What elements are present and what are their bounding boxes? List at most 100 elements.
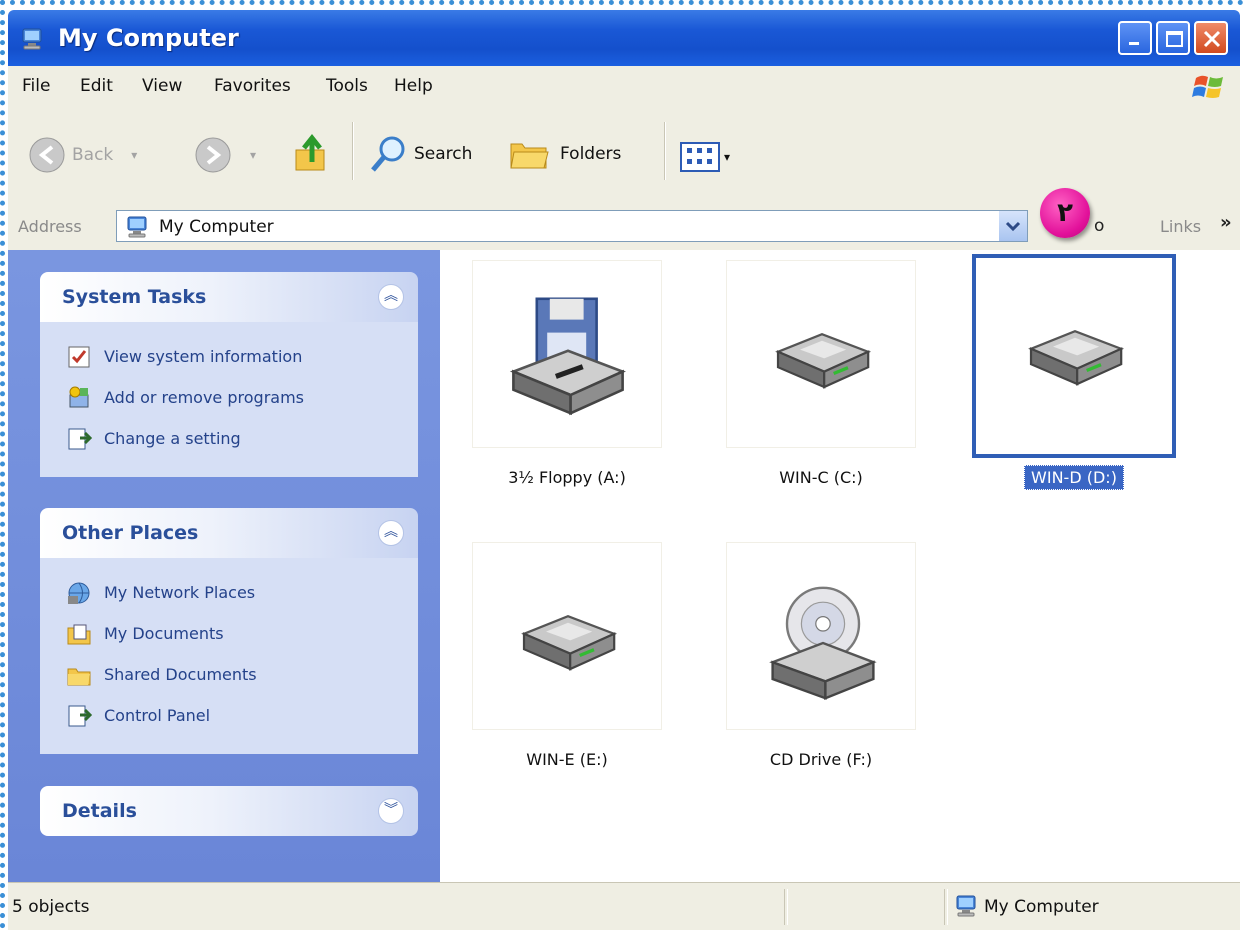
shared-documents-label: Shared Documents	[104, 665, 257, 684]
up-folder-icon	[295, 133, 325, 171]
address-value: My Computer	[159, 217, 274, 237]
back-button[interactable]: Back ▾	[28, 136, 137, 174]
other-places-panel: Other Places ︽ My Network Places My Docu…	[40, 508, 418, 754]
add-remove-programs-icon	[69, 386, 89, 407]
network-places-icon	[68, 582, 90, 604]
menu-help[interactable]: Help	[394, 76, 433, 96]
system-tasks-header[interactable]: System Tasks ︽	[40, 272, 418, 322]
cd-drive-tile[interactable]	[726, 542, 916, 730]
collapse-icon[interactable]: ︽	[378, 520, 404, 546]
window-title: My Computer	[58, 24, 239, 52]
details-panel: Details ︾	[40, 786, 418, 836]
other-places-title: Other Places	[62, 522, 199, 544]
maximize-button[interactable]	[1156, 21, 1190, 55]
drive-e-tile[interactable]	[472, 542, 662, 730]
my-documents-label: My Documents	[104, 624, 224, 643]
view-system-info-link[interactable]: View system information	[40, 336, 418, 377]
floppy-drive-icon	[503, 291, 633, 421]
drive-c-label[interactable]: WIN-C (C:)	[701, 468, 941, 487]
search-icon	[371, 136, 405, 172]
forward-button[interactable]: ▾	[194, 136, 256, 174]
status-divider	[784, 889, 788, 925]
control-panel-label: Control Panel	[104, 706, 211, 725]
folders-label: Folders	[560, 144, 622, 164]
status-bar: 5 objects My Computer	[8, 882, 1240, 930]
step-callout-badge: ۲	[1040, 188, 1090, 238]
folders-icon	[510, 143, 549, 169]
details-title: Details	[62, 800, 137, 822]
cd-drive-icon	[763, 583, 883, 703]
my-network-places-label: My Network Places	[104, 583, 256, 602]
my-computer-icon	[20, 26, 46, 52]
go-button[interactable]: o	[1094, 216, 1104, 236]
view-system-info-label: View system information	[104, 347, 303, 366]
menu-tools[interactable]: Tools	[326, 76, 368, 96]
menu-favorites[interactable]: Favorites	[214, 76, 291, 96]
menu-view[interactable]: View	[142, 76, 182, 96]
drive-d-label[interactable]: WIN-D (D:)	[954, 465, 1194, 490]
search-label: Search	[414, 144, 473, 164]
address-dropdown-button[interactable]	[999, 211, 1027, 241]
forward-dropdown-icon[interactable]: ▾	[250, 148, 256, 162]
folders-button[interactable]: Folders	[508, 134, 621, 174]
drive-e-label[interactable]: WIN-E (E:)	[447, 750, 687, 769]
drive-d-tile[interactable]	[972, 254, 1176, 458]
system-tasks-title: System Tasks	[62, 286, 207, 308]
menu-edit[interactable]: Edit	[80, 76, 113, 96]
system-tasks-panel: System Tasks ︽ View system information A…	[40, 272, 418, 477]
views-button[interactable]: ▾	[680, 142, 730, 172]
back-dropdown-icon[interactable]: ▾	[131, 148, 137, 162]
links-chevron-icon[interactable]: »	[1220, 212, 1232, 233]
my-documents-icon	[67, 624, 91, 644]
floppy-drive-tile[interactable]	[472, 260, 662, 448]
address-input[interactable]: My Computer	[116, 210, 1028, 242]
title-bar[interactable]: My Computer	[8, 10, 1240, 66]
add-remove-programs-link[interactable]: Add or remove programs	[40, 377, 418, 418]
my-computer-icon	[954, 893, 980, 919]
change-setting-link[interactable]: Change a setting	[40, 418, 418, 459]
drive-list: 3½ Floppy (A:) WIN-C (C:) WIN-D (D:) WIN…	[440, 250, 1240, 882]
my-documents-link[interactable]: My Documents	[40, 613, 418, 654]
close-icon	[1203, 30, 1221, 48]
object-count: 5 objects	[12, 897, 90, 917]
menu-bar: File Edit View Favorites Tools Help	[8, 66, 1240, 109]
drive-c-tile[interactable]	[726, 260, 916, 448]
hard-drive-icon	[1020, 318, 1130, 395]
expand-icon[interactable]: ︾	[378, 798, 404, 824]
views-dropdown-icon: ▾	[724, 150, 731, 164]
task-pane: System Tasks ︽ View system information A…	[8, 250, 440, 882]
control-panel-link[interactable]: Control Panel	[40, 695, 418, 736]
menu-file[interactable]: File	[22, 76, 50, 96]
system-info-icon	[68, 346, 90, 367]
control-panel-icon	[68, 428, 92, 449]
change-setting-label: Change a setting	[104, 429, 241, 448]
address-label: Address	[18, 217, 82, 236]
my-network-places-link[interactable]: My Network Places	[40, 572, 418, 613]
chevron-down-icon	[1005, 221, 1021, 232]
add-remove-programs-label: Add or remove programs	[104, 388, 304, 407]
back-label: Back	[72, 145, 114, 165]
back-arrow-icon	[29, 137, 65, 173]
up-folder-button[interactable]	[290, 132, 334, 176]
status-divider	[944, 889, 948, 925]
hard-drive-icon	[513, 603, 623, 680]
maximize-icon	[1166, 31, 1183, 47]
control-panel-icon	[68, 705, 92, 726]
forward-arrow-icon	[195, 137, 231, 173]
details-header[interactable]: Details ︾	[40, 786, 418, 836]
links-label[interactable]: Links	[1160, 217, 1201, 236]
floppy-drive-label[interactable]: 3½ Floppy (A:)	[447, 468, 687, 487]
cd-drive-label[interactable]: CD Drive (F:)	[701, 750, 941, 769]
shared-folder-icon	[67, 668, 91, 685]
other-places-header[interactable]: Other Places ︽	[40, 508, 418, 558]
my-computer-icon	[125, 214, 151, 240]
minimize-button[interactable]	[1118, 21, 1152, 55]
windows-logo-icon	[1192, 75, 1223, 98]
status-location: My Computer	[984, 897, 1099, 917]
shared-documents-link[interactable]: Shared Documents	[40, 654, 418, 695]
minimize-icon	[1129, 42, 1139, 45]
views-icon	[680, 142, 720, 172]
close-button[interactable]	[1194, 21, 1228, 55]
collapse-icon[interactable]: ︽	[378, 284, 404, 310]
search-button[interactable]: Search	[368, 134, 472, 174]
